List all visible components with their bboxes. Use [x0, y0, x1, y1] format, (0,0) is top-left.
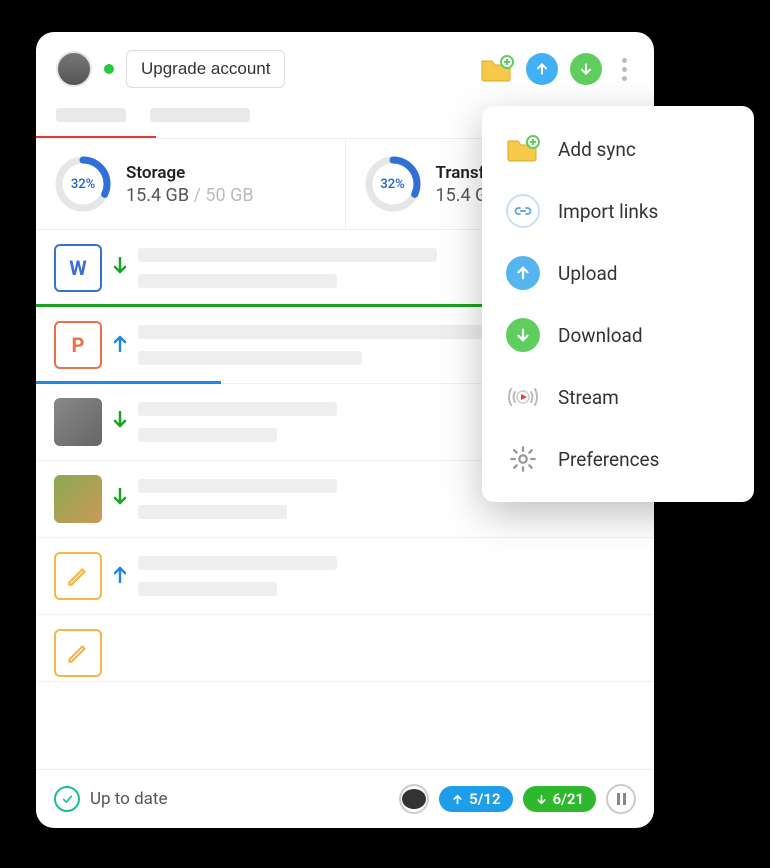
- upgrade-account-button[interactable]: Upgrade account: [126, 50, 285, 88]
- download-counter-chip[interactable]: 6/21: [523, 786, 596, 812]
- list-item[interactable]: [36, 538, 654, 615]
- arrow-down-icon: [112, 257, 130, 279]
- arrow-down-icon: [112, 411, 130, 433]
- stream-icon: [506, 380, 540, 414]
- folder-sync-icon: [506, 132, 540, 166]
- gear-icon: [506, 442, 540, 476]
- menu-item-stream[interactable]: Stream: [482, 366, 754, 428]
- tab-placeholder[interactable]: [150, 108, 250, 122]
- menu-item-label: Preferences: [558, 448, 659, 471]
- avatar[interactable]: [56, 51, 92, 87]
- upload-icon: [506, 256, 540, 290]
- download-icon: [506, 318, 540, 352]
- transfer-percent: 32%: [364, 155, 422, 213]
- storage-usage: 32% Storage 15.4 GB / 50 GB: [36, 139, 345, 229]
- presence-indicator: [104, 64, 114, 74]
- arrow-up-icon: [112, 334, 130, 356]
- transfer-donut-chart: 32%: [364, 155, 422, 213]
- storage-donut-chart: 32%: [54, 155, 112, 213]
- add-sync-folder-icon[interactable]: [480, 55, 514, 83]
- sync-activity-button[interactable]: [399, 784, 429, 814]
- menu-item-add-sync[interactable]: Add sync: [482, 118, 754, 180]
- upload-counter-chip[interactable]: 5/12: [439, 786, 512, 812]
- image-thumbnail: [54, 475, 102, 523]
- header-actions: [480, 53, 634, 85]
- upload-icon[interactable]: [526, 53, 558, 85]
- status-bar: Up to date 5/12 6/21: [36, 769, 654, 828]
- powerpoint-doc-icon: P: [54, 321, 102, 369]
- storage-title: Storage: [126, 163, 254, 183]
- actions-menu: Add sync Import links Upload Download St…: [482, 106, 754, 502]
- menu-item-label: Upload: [558, 262, 618, 285]
- menu-item-upload[interactable]: Upload: [482, 242, 754, 304]
- arrow-down-icon: [112, 488, 130, 510]
- menu-item-download[interactable]: Download: [482, 304, 754, 366]
- link-icon: [506, 194, 540, 228]
- menu-item-label: Stream: [558, 386, 619, 409]
- note-doc-icon: [54, 629, 102, 677]
- menu-item-label: Add sync: [558, 138, 636, 161]
- tab-placeholder[interactable]: [56, 108, 126, 122]
- menu-item-import-links[interactable]: Import links: [482, 180, 754, 242]
- note-doc-icon: [54, 552, 102, 600]
- word-doc-icon: W: [54, 244, 102, 292]
- more-menu-button[interactable]: [614, 58, 634, 81]
- list-item[interactable]: [36, 615, 654, 682]
- sync-status-text: Up to date: [90, 789, 168, 809]
- menu-item-label: Import links: [558, 200, 658, 223]
- arrow-up-icon: [112, 565, 130, 587]
- menu-item-label: Download: [558, 324, 643, 347]
- pause-button[interactable]: [606, 784, 636, 814]
- download-icon[interactable]: [570, 53, 602, 85]
- image-thumbnail: [54, 398, 102, 446]
- check-icon: [54, 786, 80, 812]
- header: Upgrade account: [36, 32, 654, 100]
- menu-item-preferences[interactable]: Preferences: [482, 428, 754, 490]
- storage-subtitle: 15.4 GB / 50 GB: [126, 185, 254, 206]
- storage-percent: 32%: [54, 155, 112, 213]
